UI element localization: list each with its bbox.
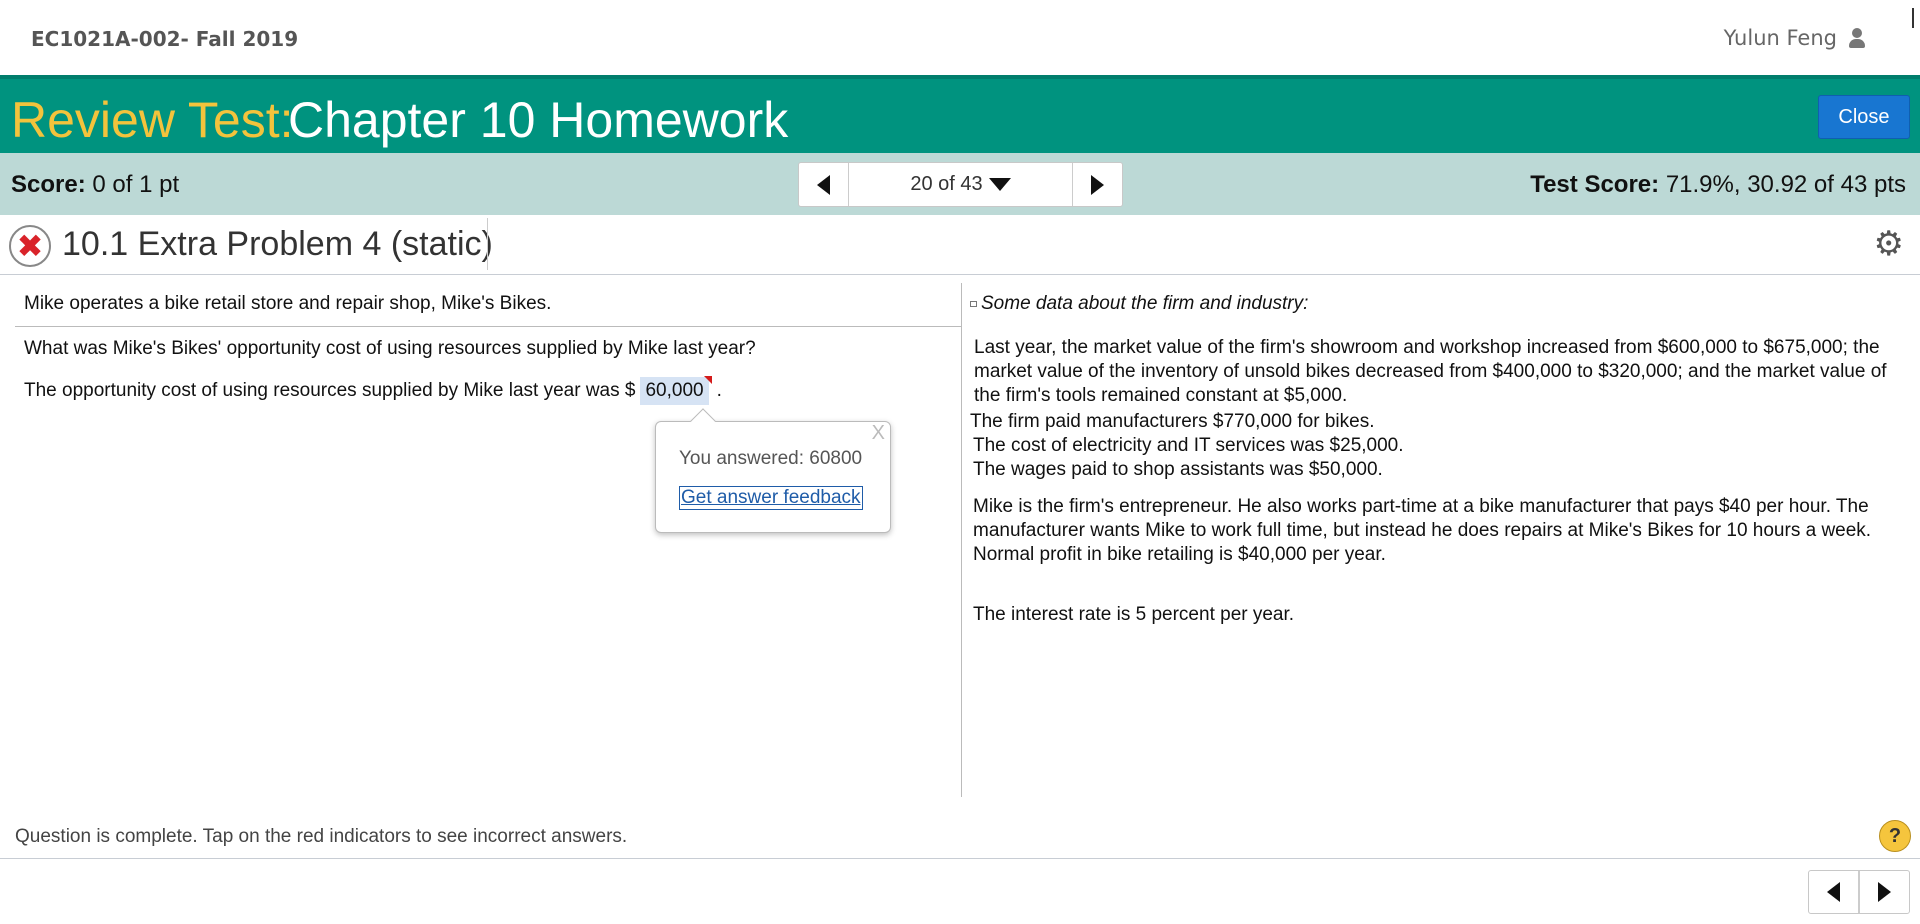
caret-down-icon bbox=[988, 178, 1011, 191]
status-message: Question is complete. Tap on the red ind… bbox=[15, 826, 628, 847]
top-bar: EC1021A-002- Fall 2019 Yulun Feng bbox=[0, 0, 1920, 75]
arrow-right-icon bbox=[1091, 174, 1104, 195]
footer-previous-button[interactable] bbox=[1809, 871, 1859, 913]
user-menu[interactable]: Yulun Feng bbox=[1724, 26, 1865, 50]
incorrect-indicator[interactable] bbox=[703, 376, 712, 384]
score-bar: Score: 0 of 1 pt 20 of 43 Test Score: 71… bbox=[0, 153, 1920, 215]
question-intro: Mike operates a bike retail store and re… bbox=[24, 293, 552, 314]
popup-arrow bbox=[690, 408, 716, 434]
data-line-manufacturers: The firm paid manufacturers $770,000 for… bbox=[970, 411, 1375, 432]
title-prefix: Review Test: bbox=[11, 92, 294, 148]
popup-close-button[interactable]: X bbox=[872, 422, 885, 445]
footer-pager bbox=[1808, 870, 1910, 914]
data-paragraph-market-value: Last year, the market value of the firm'… bbox=[974, 337, 1887, 406]
title-band: Review Test: Chapter 10 Homework Close bbox=[0, 75, 1920, 153]
test-score: Test Score: 71.9%, 30.92 of 43 pts bbox=[1530, 171, 1906, 199]
question-score: Score: 0 of 1 pt bbox=[11, 171, 179, 199]
question-pane: Mike operates a bike retail store and re… bbox=[0, 276, 961, 796]
test-score-label: Test Score: bbox=[1530, 171, 1660, 198]
user-icon bbox=[1849, 28, 1865, 48]
data-heading: Some data about the firm and industry: bbox=[970, 292, 1308, 316]
score-label: Score: bbox=[11, 171, 86, 198]
data-pane: Some data about the firm and industry: L… bbox=[970, 276, 1910, 796]
pane-divider bbox=[961, 283, 962, 797]
question-prompt: What was Mike's Bikes' opportunity cost … bbox=[24, 338, 756, 359]
answer-field[interactable]: 60,000 bbox=[640, 376, 712, 405]
score-value: 0 of 1 pt bbox=[92, 171, 180, 198]
answered-text: You answered: 60800 bbox=[679, 448, 863, 469]
divider bbox=[0, 858, 1920, 859]
data-line-interest: The interest rate is 5 percent per year. bbox=[973, 604, 1295, 625]
help-icon[interactable]: ? bbox=[1879, 820, 1911, 852]
footer-next-button[interactable] bbox=[1859, 871, 1909, 913]
data-paragraph-entrepreneur: Mike is the firm's entrepreneur. He also… bbox=[973, 496, 1872, 565]
answer-prefix: The opportunity cost of using resources … bbox=[24, 380, 636, 401]
question-header: ✖ 10.1 Extra Problem 4 (static) ⚙ bbox=[0, 215, 1920, 275]
incorrect-icon: ✖ bbox=[9, 225, 51, 267]
arrow-left-icon bbox=[817, 174, 830, 195]
question-pager: 20 of 43 bbox=[798, 162, 1123, 207]
data-heading-text: Some data about the firm and industry: bbox=[981, 293, 1309, 314]
data-line-wages: The wages paid to shop assistants was $5… bbox=[973, 459, 1383, 480]
next-question-button[interactable] bbox=[1072, 163, 1122, 206]
data-line-electricity: The cost of electricity and IT services … bbox=[973, 435, 1404, 456]
arrow-right-icon bbox=[1878, 882, 1891, 902]
close-button[interactable]: Close bbox=[1818, 95, 1910, 139]
question-select[interactable]: 20 of 43 bbox=[849, 163, 1072, 206]
expand-icon[interactable] bbox=[970, 301, 977, 307]
course-name: EC1021A-002- Fall 2019 bbox=[31, 27, 299, 51]
question-position: 20 of 43 bbox=[910, 173, 983, 195]
test-score-value: 71.9%, 30.92 of 43 pts bbox=[1665, 171, 1906, 198]
answer-feedback-link[interactable]: Get answer feedback bbox=[679, 486, 863, 510]
arrow-left-icon bbox=[1827, 882, 1840, 902]
user-name: Yulun Feng bbox=[1723, 26, 1837, 50]
divider bbox=[487, 218, 488, 270]
divider bbox=[15, 326, 961, 327]
answer-value: 60,000 bbox=[645, 380, 704, 401]
page-title: Chapter 10 Homework bbox=[288, 92, 789, 148]
answer-feedback-popup: X You answered: 60800 Get answer feedbac… bbox=[655, 408, 891, 533]
question-title: 10.1 Extra Problem 4 (static) bbox=[62, 225, 493, 263]
gear-icon[interactable]: ⚙ bbox=[1874, 227, 1904, 261]
text-cursor bbox=[1912, 8, 1914, 28]
previous-question-button[interactable] bbox=[799, 163, 849, 206]
answer-line: The opportunity cost of using resources … bbox=[24, 376, 722, 405]
answer-suffix: . bbox=[716, 380, 722, 401]
